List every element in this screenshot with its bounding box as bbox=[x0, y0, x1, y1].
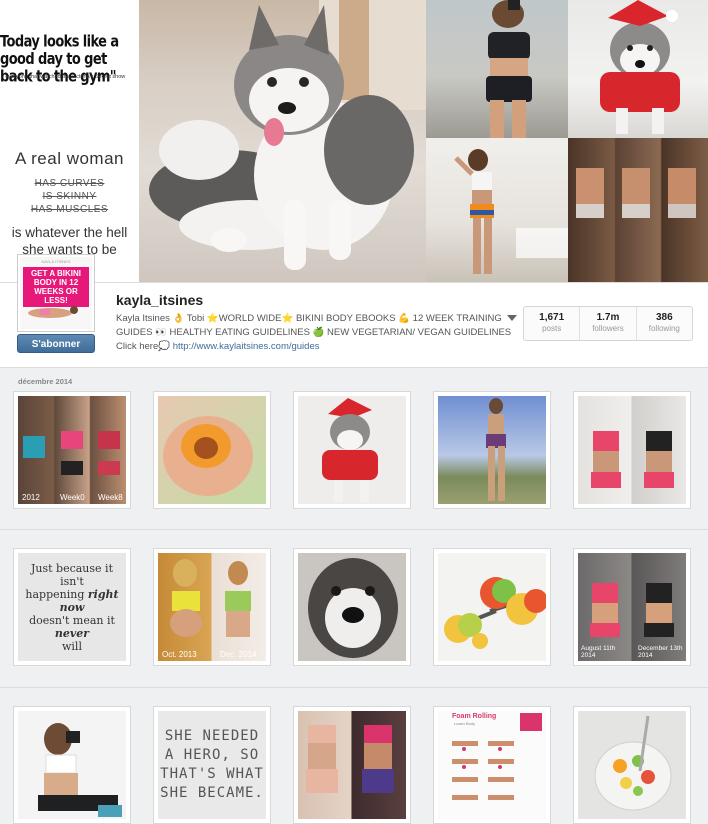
struck-text: HAS CURVES bbox=[34, 178, 105, 189]
row-divider bbox=[0, 687, 708, 688]
whatever-text: is whatever the hell she wants to be bbox=[11, 225, 128, 257]
following-label: following bbox=[648, 324, 680, 333]
progress-label: Week8 bbox=[98, 493, 123, 502]
row-divider bbox=[0, 529, 708, 530]
post-thumbnail[interactable] bbox=[153, 391, 271, 509]
post-thumbnail[interactable] bbox=[293, 548, 411, 666]
progress-label: Week0 bbox=[60, 493, 85, 502]
posts-label: posts bbox=[542, 324, 562, 333]
post-thumbnail[interactable] bbox=[573, 706, 691, 824]
mirror-selfie-photo bbox=[426, 0, 568, 138]
real-woman-text: A real woman bbox=[15, 149, 124, 168]
month-label: décembre 2014 bbox=[18, 377, 73, 386]
profile-stats: 1,671 posts 1.7m followers 386 following bbox=[523, 306, 693, 341]
following-count: 386 bbox=[655, 312, 673, 323]
bio-line: Click here💭 http://www.kaylaitsines.com/… bbox=[116, 340, 516, 354]
quote-part: happening bbox=[25, 587, 88, 601]
post-thumbnail[interactable] bbox=[433, 548, 551, 666]
website-link[interactable]: http://www.kaylaitsines.com/guides bbox=[173, 341, 320, 352]
profile-header-collage: Today looks like a good day to get back … bbox=[0, 0, 708, 282]
post-thumbnail[interactable]: August 11th 2014 December 13th 2014 bbox=[573, 548, 691, 666]
post-thumbnail[interactable]: Oct. 2013 Dec. 2014 bbox=[153, 548, 271, 666]
husky-christmas-outfit-photo bbox=[568, 0, 708, 138]
post-thumbnail[interactable] bbox=[573, 391, 691, 509]
post-thumbnail[interactable] bbox=[293, 706, 411, 824]
quote-post-text: Just because it isn't happening right no… bbox=[18, 553, 126, 661]
bio: Kayla Itsines 👌 Tobi ⭐WORLD WIDE⭐ BIKINI… bbox=[116, 312, 516, 354]
bio-line: Kayla Itsines 👌 Tobi ⭐WORLD WIDE⭐ BIKINI… bbox=[116, 313, 502, 324]
post-thumbnail[interactable]: Foam Rolling Lower Body bbox=[433, 706, 551, 824]
post-thumbnail[interactable]: Just because it isn't happening right no… bbox=[13, 548, 131, 666]
struck-text: IS SKINNY bbox=[42, 191, 97, 202]
quote-post-text: SHE NEEDED A HERO, SO THAT'S WHAT SHE BE… bbox=[160, 728, 264, 801]
fitness-pose-photo bbox=[426, 138, 568, 282]
post-thumbnail[interactable] bbox=[13, 706, 131, 824]
following-stat[interactable]: 386 following bbox=[637, 307, 692, 340]
quote-part: Just because it isn't bbox=[30, 561, 113, 588]
bio-link-prefix: Click here💭 bbox=[116, 341, 173, 352]
avatar-figure bbox=[28, 306, 78, 318]
progress-comparison-photo bbox=[568, 138, 708, 282]
followers-label: followers bbox=[592, 324, 624, 333]
username: kayla_itsines bbox=[116, 292, 204, 308]
husky-puppies-photo bbox=[139, 0, 426, 282]
quote-part: will bbox=[62, 639, 82, 653]
quote-image: Today looks like a good day to get back … bbox=[0, 0, 139, 282]
progress-label: December 13th 2014 bbox=[638, 645, 683, 659]
subscribe-button[interactable]: S'abonner bbox=[17, 334, 95, 353]
progress-label: August 11th 2014 bbox=[581, 645, 616, 659]
post-thumbnail[interactable] bbox=[433, 391, 551, 509]
bio-line: GUIDES 👀 HEALTHY EATING GUIDELINES 🍏 NEW… bbox=[116, 327, 512, 338]
avatar[interactable]: KAYLA ITSINES GET A BIKINI BODY IN 12 WE… bbox=[17, 254, 95, 332]
progress-label: Oct. 2013 bbox=[162, 650, 197, 659]
followers-stat[interactable]: 1.7m followers bbox=[580, 307, 637, 340]
progress-label: 2012 bbox=[22, 493, 40, 502]
chevron-down-icon[interactable] bbox=[507, 315, 517, 321]
posts-stat[interactable]: 1,671 posts bbox=[524, 307, 581, 340]
post-thumbnail[interactable]: 2012 Week0 Week8 bbox=[13, 391, 131, 509]
posts-count: 1,671 bbox=[539, 312, 565, 323]
struck-text: HAS MUSCLES bbox=[30, 204, 109, 215]
quote-part: never bbox=[54, 626, 90, 640]
followers-count: 1.7m bbox=[596, 312, 620, 323]
progress-label: Dec. 2014 bbox=[220, 650, 257, 659]
post-thumbnail[interactable] bbox=[293, 391, 411, 509]
quote-part: doesn't mean it bbox=[29, 613, 115, 627]
quote-small-text: - everyone that watched the Victoria's S… bbox=[2, 74, 126, 80]
post-thumbnail[interactable]: SHE NEEDED A HERO, SO THAT'S WHAT SHE BE… bbox=[153, 706, 271, 824]
